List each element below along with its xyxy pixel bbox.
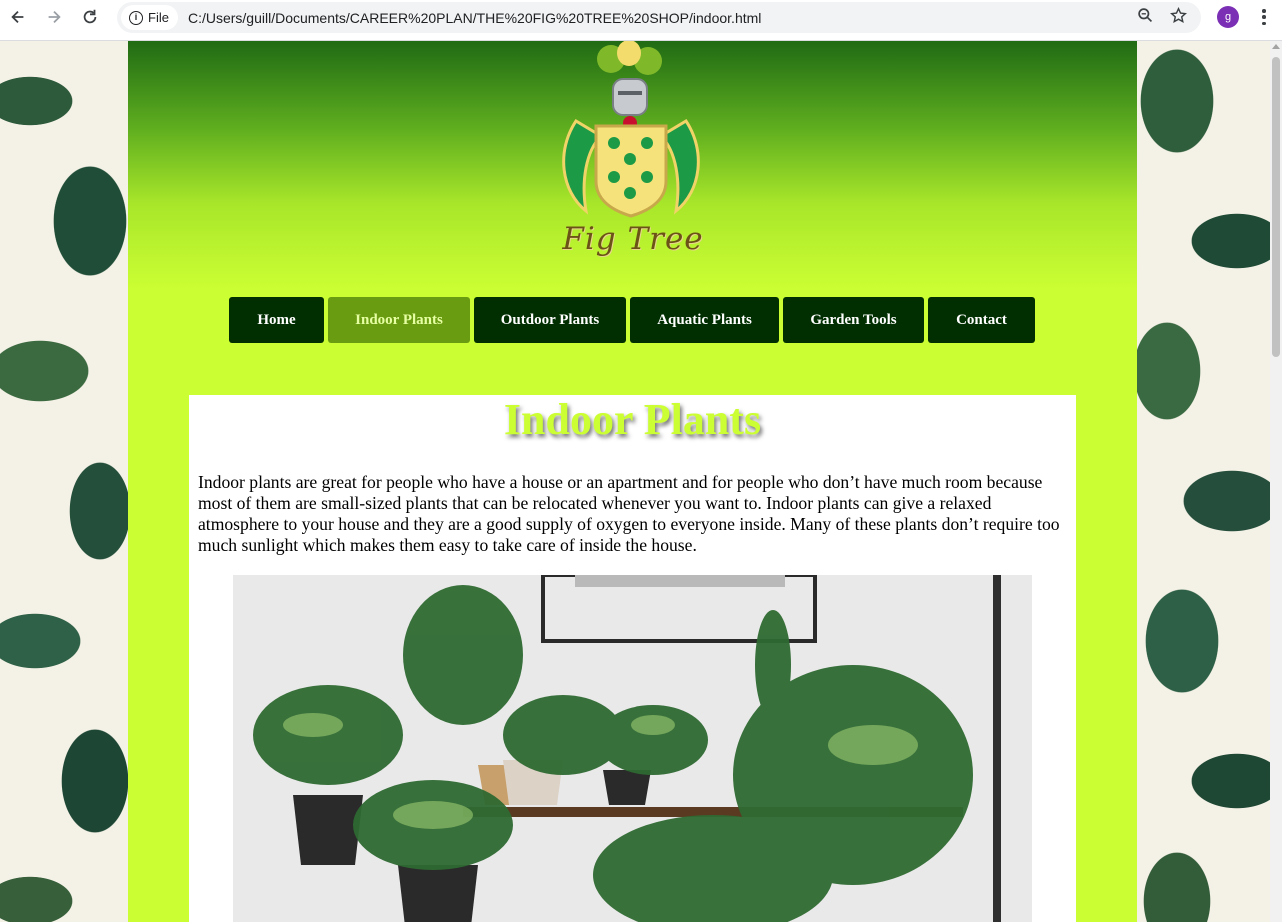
address-bar[interactable]: i File C:/Users/guill/Documents/CAREER%2… (117, 2, 1201, 33)
left-leaf-background (0, 41, 128, 922)
vertical-scrollbar[interactable] (1270, 41, 1282, 922)
page-viewport: Fig Tree Home Indoor Plants Outdoor Plan… (0, 41, 1270, 922)
browser-toolbar: i File C:/Users/guill/Documents/CAREER%2… (0, 0, 1282, 41)
url-text[interactable]: C:/Users/guill/Documents/CAREER%20PLAN/T… (188, 10, 761, 26)
main-navigation: Home Indoor Plants Outdoor Plants Aquati… (229, 297, 1035, 343)
bookmark-star-icon[interactable] (1170, 6, 1187, 28)
right-leaf-background (1137, 41, 1270, 922)
scrollbar-thumb[interactable] (1272, 57, 1280, 357)
nav-garden-tools[interactable]: Garden Tools (783, 297, 924, 343)
nav-outdoor-plants[interactable]: Outdoor Plants (474, 297, 626, 343)
forward-arrow-icon[interactable] (36, 0, 72, 34)
logo-wordmark: Fig Tree (562, 221, 704, 257)
profile-avatar[interactable]: g (1217, 6, 1239, 28)
nav-indoor-plants[interactable]: Indoor Plants (328, 297, 470, 343)
site-info-chip[interactable]: i File (121, 5, 178, 30)
zoom-icon[interactable] (1137, 7, 1154, 28)
scroll-up-arrow-icon[interactable] (1272, 44, 1280, 49)
page-title: Indoor Plants (503, 395, 762, 444)
page-container: Fig Tree Home Indoor Plants Outdoor Plan… (128, 41, 1137, 922)
nav-home[interactable]: Home (229, 297, 324, 343)
nav-contact[interactable]: Contact (928, 297, 1035, 343)
site-header: Fig Tree (128, 41, 1137, 291)
intro-paragraph: Indoor plants are great for people who h… (198, 472, 1060, 555)
reload-icon[interactable] (72, 0, 108, 34)
back-arrow-icon[interactable] (0, 0, 36, 34)
content-panel: Indoor Plants Indoor plants are great fo… (189, 395, 1076, 922)
nav-aquatic-plants[interactable]: Aquatic Plants (630, 297, 779, 343)
info-icon: i (129, 10, 143, 25)
browser-menu-icon[interactable] (1255, 7, 1273, 27)
indoor-plants-photo (233, 575, 1032, 922)
site-info-label: File (148, 10, 169, 25)
